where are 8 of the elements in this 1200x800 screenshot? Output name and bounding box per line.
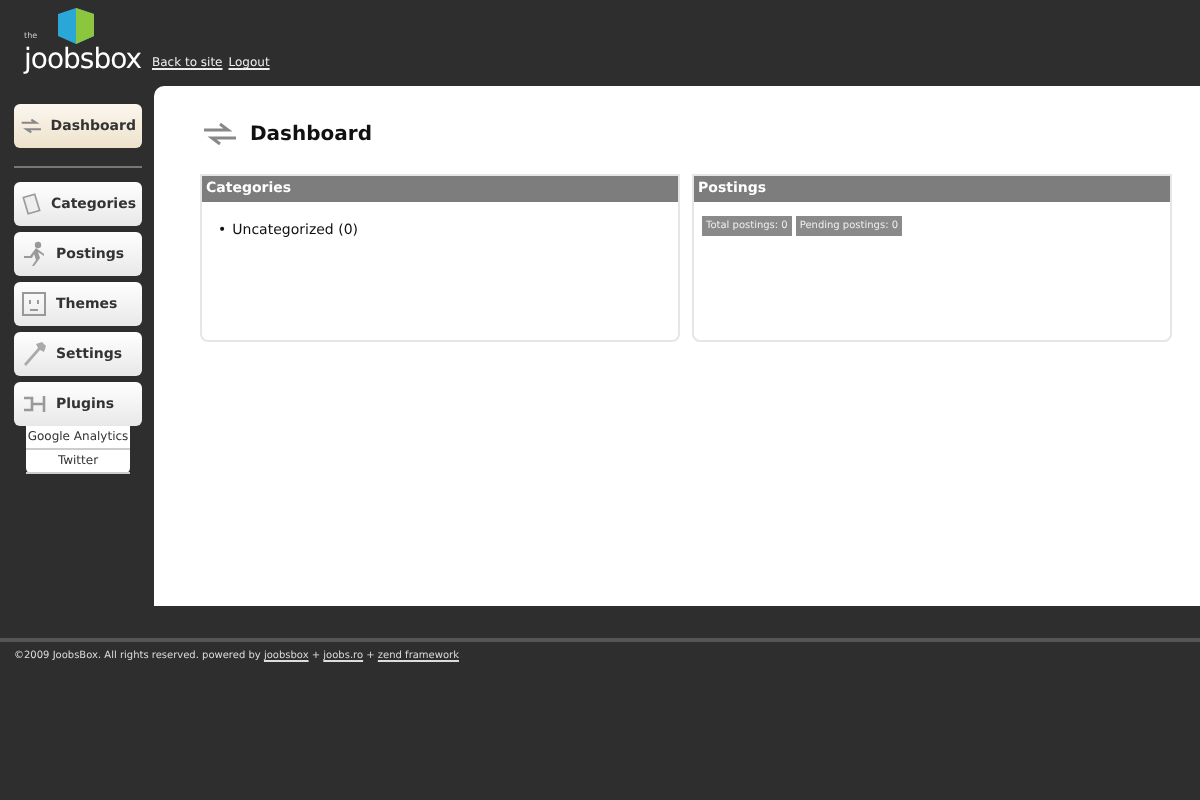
arrows-icon [202, 122, 238, 146]
page-title: Dashboard [250, 123, 372, 145]
logo-text: joobsbox [24, 44, 142, 78]
figure-icon [20, 240, 48, 268]
logo-icon [56, 6, 96, 46]
plug-icon [20, 390, 48, 418]
folder-icon [20, 190, 43, 218]
frame-icon [20, 290, 48, 318]
